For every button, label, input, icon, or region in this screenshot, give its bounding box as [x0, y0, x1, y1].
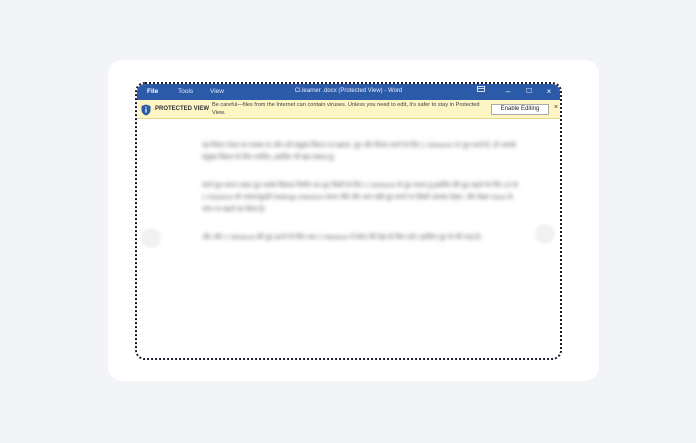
- document-body: यह विधान मंडल का सदस्य था और उसे संयुक्त…: [202, 140, 522, 260]
- minimize-button[interactable]: –: [503, 86, 513, 97]
- close-window-button[interactable]: ×: [544, 86, 554, 97]
- document-paragraph-2: कार्य पूरा करना चाहत पूरा करके विकास निर…: [202, 182, 519, 213]
- word-window: File Tools View Ci.learner .docx (Protec…: [135, 82, 562, 360]
- document-area[interactable]: यह विधान मंडल का सदस्य था और उसे संयुक्त…: [137, 120, 560, 358]
- close-protected-bar-icon[interactable]: ×: [554, 104, 558, 111]
- protected-view-bar: PROTECTED VIEW Be careful—files from the…: [137, 100, 560, 119]
- next-page-icon[interactable]: [535, 224, 555, 244]
- maximize-button[interactable]: ☐: [524, 86, 534, 97]
- previous-page-icon[interactable]: [141, 228, 161, 248]
- ribbon-display-icon[interactable]: [476, 86, 486, 97]
- enable-editing-button[interactable]: Enable Editing: [491, 104, 549, 115]
- document-paragraph-1: यह विधान मंडल का सदस्य था और उसे संयुक्त…: [202, 142, 517, 161]
- protected-view-message: Be careful—files from the Internet can c…: [212, 102, 480, 116]
- document-paragraph-3: और और 1 Advance की पूरा हटाने के लिए तक …: [202, 234, 482, 241]
- protected-view-label: PROTECTED VIEW: [155, 105, 210, 112]
- window-title: Ci.learner .docx (Protected View) - Word: [294, 87, 403, 94]
- shield-info-icon: [141, 103, 151, 116]
- title-bar: File Tools View Ci.learner .docx (Protec…: [137, 84, 560, 100]
